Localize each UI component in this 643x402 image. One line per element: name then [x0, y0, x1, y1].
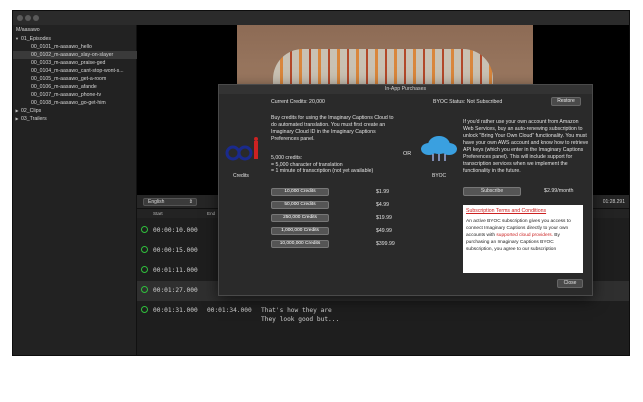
sidebar-item-label: 03_Trailers — [21, 116, 47, 122]
sidebar-item[interactable]: 00_0102_m-aasawo_slay-on-slayer — [13, 51, 137, 59]
close-button[interactable]: Close — [557, 279, 583, 288]
speech-bubble-icon — [141, 226, 148, 233]
sidebar-item[interactable]: 00_0101_m-aasawo_hello — [13, 43, 137, 51]
disclosure-open-icon[interactable]: ▼ — [13, 35, 21, 43]
timecode-readout: 01:28.291 — [602, 199, 625, 205]
speech-bubble-icon — [141, 306, 148, 313]
byoc-status: BYOC Status: Not Subscribed — [433, 99, 503, 105]
supported-cloud-providers-link[interactable]: supported cloud providers. — [496, 233, 553, 238]
credit-package-row: 50,000 Credits $4.99 — [271, 201, 401, 210]
language-select[interactable]: English ⇕ — [143, 198, 197, 206]
close-window-button[interactable] — [17, 15, 23, 21]
buy-credits-button[interactable]: 10,000,000 Credits — [271, 240, 329, 248]
credit-package-row: 10,000,000 Credits $399.99 — [271, 240, 401, 249]
caption-start[interactable]: 00:01:27.000 — [153, 287, 198, 294]
speech-bubble-icon — [141, 286, 148, 293]
in-app-purchases-dialog: In-App Purchases Current Credits: 20,000… — [218, 84, 593, 296]
terms-text: An active BYOC subscription gives you ac… — [466, 218, 580, 253]
credit-detail-line: = 1 minute of transcription (not yet ava… — [271, 168, 374, 174]
zoom-window-button[interactable] — [33, 15, 39, 21]
or-divider: OR — [403, 151, 412, 157]
sidebar-item-label: 00_0106_m-aasawo_afande — [31, 84, 97, 90]
credit-package-price: $4.99 — [376, 202, 389, 208]
sidebar-item[interactable]: 00_0108_m-aasawo_go-get-him — [13, 99, 137, 107]
speech-bubble-icon — [141, 266, 148, 273]
sidebar-item[interactable]: 00_0104_m-aasawo_cant-stop-wont-s... — [13, 67, 137, 75]
subscribe-button[interactable]: Subscribe — [463, 187, 521, 196]
byoc-description: If you'd rather use your own account fro… — [463, 119, 589, 174]
caption-start[interactable]: 00:01:31.000 — [153, 307, 198, 314]
dialog-title: In-App Purchases — [219, 85, 592, 94]
caption-start[interactable]: 00:00:15.000 — [153, 247, 198, 254]
credit-package-price: $49.99 — [376, 228, 392, 234]
sidebar-item[interactable]: 00_0105_m-aasawo_get-a-room — [13, 75, 137, 83]
buy-credits-button[interactable]: 1,000,000 Credits — [271, 227, 329, 235]
project-sidebar: M/aasawo ▼ 01_Episodes 00_0101_m-aasawo_he… — [13, 25, 137, 355]
caption-text-line2[interactable]: They look good but... — [261, 316, 339, 323]
credits-description: Buy credits for using the Imaginary Capt… — [271, 115, 394, 142]
caption-start[interactable]: 00:01:11.000 — [153, 267, 198, 274]
sidebar-item[interactable]: 00_0106_m-aasawo_afande — [13, 83, 137, 91]
sidebar-item-label: 00_0107_m-aasawo_phone-tv — [31, 92, 102, 98]
subscription-terms-panel: Subscription Terms and Conditions An act… — [463, 205, 583, 273]
sidebar-item-label: 00_0101_m-aasawo_hello — [31, 44, 92, 50]
title-bar — [13, 11, 629, 25]
sidebar-item-label: 00_0108_m-aasawo_go-get-him — [31, 100, 106, 106]
sidebar-item-label: 00_0102_m-aasawo_slay-on-slayer — [31, 52, 114, 58]
credit-package-price: $399.99 — [376, 241, 395, 247]
caption-text[interactable]: That's how they are — [261, 307, 332, 314]
subscription-price: $2.99/month — [544, 188, 574, 194]
caption-row[interactable]: 00:01:31.000 00:01:34.000 That's how they … — [137, 301, 629, 323]
language-select-value: English — [148, 199, 165, 205]
imaginary-captions-logo-icon — [225, 137, 258, 161]
project-name: M/aasawo — [16, 27, 40, 33]
current-credits: Current Credits: 20,000 — [271, 99, 325, 105]
credits-label: Credits — [233, 173, 249, 179]
credit-package-price: $1.99 — [376, 189, 389, 195]
sidebar-item-label: 00_0104_m-aasawo_cant-stop-wont-s... — [31, 68, 124, 74]
start-column-header: Start — [153, 211, 163, 216]
minimize-window-button[interactable] — [25, 15, 31, 21]
sidebar-item[interactable]: 00_0103_m-aasawo_praise-ged — [13, 59, 137, 67]
buy-credits-button[interactable]: 250,000 Credits — [271, 214, 329, 222]
speech-bubble-icon — [141, 246, 148, 253]
sidebar-folder[interactable]: ▶ 03_Trailers — [13, 115, 137, 123]
sidebar-item-label: 00_0105_m-aasawo_get-a-room — [31, 76, 107, 82]
credit-package-row: 250,000 Credits $19.99 — [271, 214, 401, 223]
disclosure-closed-icon[interactable]: ▶ — [13, 115, 21, 123]
credit-package-row: 1,000,000 Credits $49.99 — [271, 227, 401, 236]
caption-start[interactable]: 00:00:10.000 — [153, 227, 198, 234]
disclosure-closed-icon[interactable]: ▶ — [13, 107, 21, 115]
sidebar-item-label: 01_Episodes — [21, 36, 51, 42]
buy-credits-button[interactable]: 10,000 Credits — [271, 188, 329, 196]
caption-end[interactable]: 00:01:34.000 — [207, 307, 252, 314]
byoc-label: BYOC — [432, 173, 447, 179]
credit-package-row: 10,000 Credits $1.99 — [271, 188, 401, 197]
terms-title-link[interactable]: Subscription Terms and Conditions — [466, 208, 580, 215]
restore-button[interactable]: Restore — [551, 97, 581, 106]
sidebar-folder[interactable]: ▼ 01_Episodes — [13, 35, 137, 43]
sidebar-folder[interactable]: ▶ 02_Clips — [13, 107, 137, 115]
chevron-updown-icon: ⇕ — [188, 199, 193, 205]
buy-credits-button[interactable]: 50,000 Credits — [271, 201, 329, 209]
sidebar-item[interactable]: 00_0107_m-aasawo_phone-tv — [13, 91, 137, 99]
credit-details: 5,000 credits: = 5,000 character of tran… — [271, 155, 401, 175]
cloud-icon — [421, 136, 457, 161]
end-column-header: End — [207, 211, 216, 216]
credit-package-price: $19.99 — [376, 215, 392, 221]
sidebar-item-label: 00_0103_m-aasawo_praise-ged — [31, 60, 106, 66]
sidebar-item-label: 02_Clips — [21, 108, 42, 114]
